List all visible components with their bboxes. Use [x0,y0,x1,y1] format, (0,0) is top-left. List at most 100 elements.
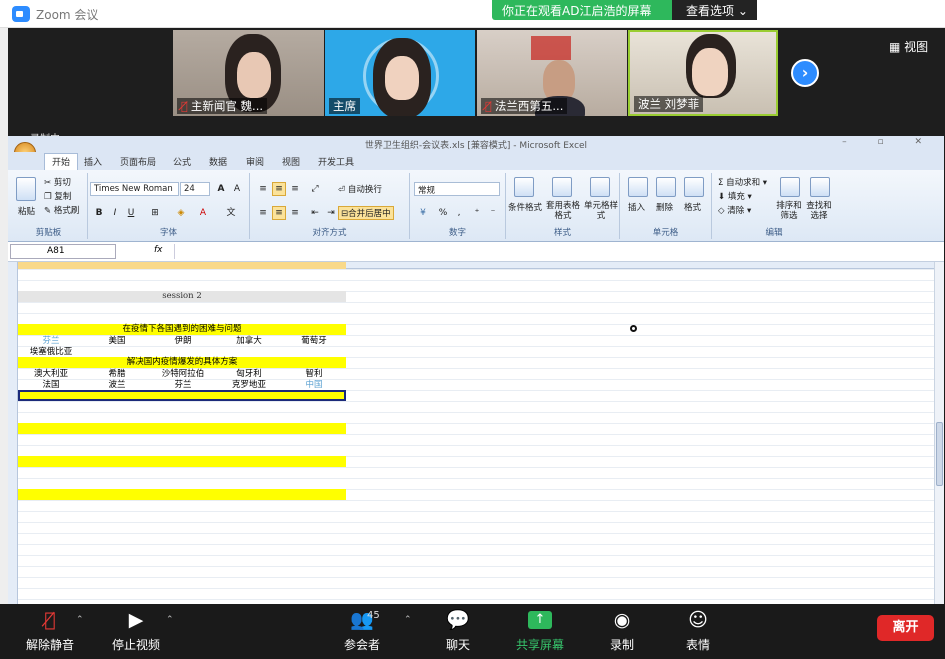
percent-icon[interactable]: % [436,206,450,220]
phonetic-icon[interactable]: 文 [224,206,238,220]
name-box[interactable]: A81 [10,244,116,259]
row-headers[interactable] [8,262,18,604]
font-color-icon[interactable]: A [196,206,210,220]
tab-home[interactable]: 开始 [44,153,79,171]
merge-center-button[interactable]: ⊟合并后居中 [338,206,394,220]
vertical-scrollbar[interactable] [934,262,944,604]
highlight-row[interactable] [18,423,346,434]
column-headers[interactable] [18,262,934,269]
font-size-select[interactable]: 24 [180,182,210,196]
font-name-select[interactable]: Times New Roman [90,182,179,196]
cell[interactable]: 希腊 [84,369,150,379]
selected-row-a81[interactable] [18,390,346,401]
insert-cells-button[interactable]: 插入 [628,201,645,213]
participants-options-chevron-icon[interactable]: ⌃ [404,615,412,625]
sheet-grid[interactable]: session 2 在疫情下各国遇到的困难与问题 芬兰 美国 伊朗 加拿大 葡萄… [18,269,934,604]
increase-indent-icon[interactable]: ⇥ [324,206,338,220]
cell[interactable]: 沙特阿拉伯 [150,369,216,379]
italic-button[interactable]: I [108,206,122,220]
increase-decimal-icon[interactable]: ⁺ [470,206,484,220]
currency-icon[interactable]: ¥ [416,206,430,220]
fill-color-icon[interactable]: ◈ [174,206,188,220]
formula-input[interactable] [174,244,934,259]
session-row[interactable]: session 2 [18,291,346,302]
bold-button[interactable]: B [92,206,106,220]
video-tile-1[interactable]: 🎙̸ 主新闻官 魏... [173,30,324,116]
fx-icon[interactable]: fx [154,245,163,255]
format-cells-button[interactable]: 格式 [684,201,701,213]
video-tile-2[interactable]: 主席 [325,30,475,116]
paste-button[interactable]: 粘贴 [18,205,35,217]
tab-formulas[interactable]: 公式 [173,155,191,168]
topic-row-2[interactable]: 解决国内疫情爆发的具体方案 [18,357,346,368]
cell[interactable]: 埃塞俄比亚 [18,347,84,357]
share-screen-button[interactable]: ↑ 共享屏幕 [512,608,568,653]
scroll-thumb[interactable] [936,422,943,486]
audio-options-chevron-icon[interactable]: ⌃ [76,615,84,625]
record-button[interactable]: ◉ 录制 [604,608,640,653]
delete-cells-button[interactable]: 删除 [656,201,673,213]
cell-styles-button[interactable]: 单元格样式 [584,201,618,221]
cut-button[interactable]: ✂ 剪切 [44,176,71,188]
cell[interactable]: 美国 [84,336,150,346]
view-options-button[interactable]: 查看选项 ⌄ [672,0,757,20]
topic-row-1[interactable]: 在疫情下各国遇到的困难与问题 [18,324,346,335]
unmute-button[interactable]: 🎙̸ 解除静音 [22,608,78,653]
excel-window-controls[interactable]: – ▫ ✕ [842,137,936,147]
cell[interactable]: 芬兰 [18,336,84,346]
copy-button[interactable]: ❐ 复制 [44,190,71,202]
tab-review[interactable]: 审阅 [246,155,264,168]
tab-data[interactable]: 数据 [209,155,227,168]
highlight-row[interactable] [18,456,346,467]
autosum-button[interactable]: Σ 自动求和 ▾ [718,176,767,188]
underline-button[interactable]: U [124,206,138,220]
cell[interactable]: 澳大利亚 [18,369,84,379]
tab-insert[interactable]: 插入 [84,155,102,168]
decrease-decimal-icon[interactable]: ⁻ [486,206,500,220]
align-center-icon[interactable]: ≡ [272,206,286,220]
cell[interactable]: 波兰 [84,380,150,390]
tab-view[interactable]: 视图 [282,155,300,168]
cell[interactable]: 加拿大 [216,336,282,346]
align-top-icon[interactable]: ≡ [256,182,270,196]
reactions-button[interactable]: ☺ 表情 [680,608,716,653]
cell[interactable]: 伊朗 [150,336,216,346]
cell[interactable]: 中国 [282,380,346,390]
leave-meeting-button[interactable]: 离开 [877,615,934,641]
chat-button[interactable]: 💬 聊天 [440,608,476,653]
video-options-chevron-icon[interactable]: ⌃ [166,615,174,625]
fill-button[interactable]: ⬇ 填充 ▾ [718,190,752,202]
grow-font-button[interactable]: A [214,182,228,196]
video-tile-4-active-speaker[interactable]: 波兰 刘梦菲 [628,30,778,116]
table-format-button[interactable]: 套用表格格式 [546,201,580,221]
cell[interactable]: 智利 [282,369,346,379]
border-icon[interactable]: ⊞ [148,206,162,220]
tab-developer[interactable]: 开发工具 [318,155,354,168]
cell[interactable]: 芬兰 [150,380,216,390]
cell[interactable]: 克罗地亚 [216,380,282,390]
decrease-indent-icon[interactable]: ⇤ [308,206,322,220]
view-button[interactable]: ▦ 视图 [889,38,928,55]
shrink-font-button[interactable]: A [230,182,244,196]
cell[interactable]: 法国 [18,380,84,390]
comma-icon[interactable]: , [452,206,466,220]
find-select-button[interactable]: 查找和选择 [804,201,834,221]
sort-filter-button[interactable]: 排序和筛选 [774,201,804,221]
video-tile-3[interactable]: 🎙̸ 法兰西第五... [477,30,627,116]
conditional-format-button[interactable]: 条件格式 [508,201,542,213]
align-right-icon[interactable]: ≡ [288,206,302,220]
number-format-select[interactable]: 常规 [414,182,500,196]
tab-page-layout[interactable]: 页面布局 [120,155,156,168]
orientation-icon[interactable]: ⤢ [308,182,322,196]
cell[interactable]: 匈牙利 [216,369,282,379]
stop-video-button[interactable]: ▶ 停止视频 [108,608,164,653]
next-page-chevron-icon[interactable]: › [791,59,819,87]
highlight-row[interactable] [18,489,346,500]
format-painter-button[interactable]: ✎ 格式刷 [44,204,79,216]
align-bottom-icon[interactable]: ≡ [288,182,302,196]
participants-button[interactable]: 👥 45 参会者 [338,608,386,653]
align-middle-icon[interactable]: ≡ [272,182,286,196]
cell[interactable]: 葡萄牙 [282,336,346,346]
align-left-icon[interactable]: ≡ [256,206,270,220]
clear-button[interactable]: ◇ 清除 ▾ [718,204,751,216]
